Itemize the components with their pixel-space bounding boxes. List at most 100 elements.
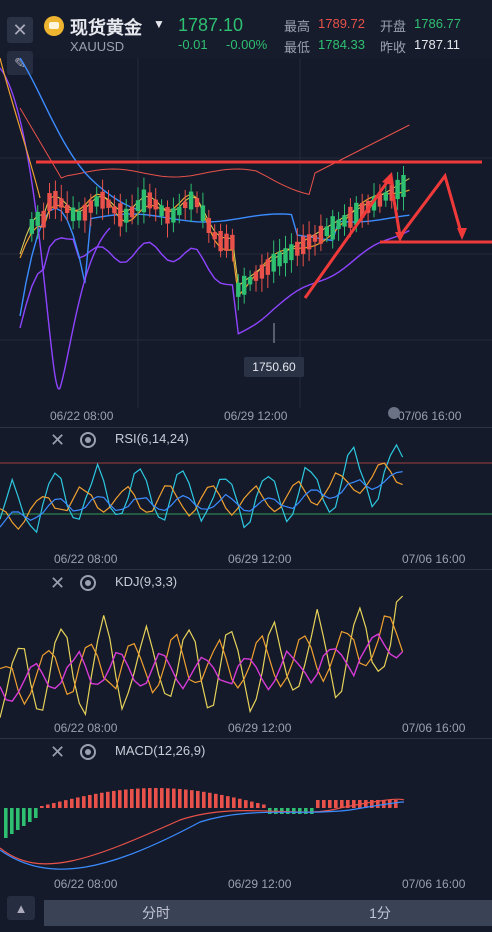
macd-histogram-bar [262, 804, 266, 808]
candle-body [147, 192, 152, 209]
low-value: 1784.33 [318, 37, 365, 52]
scroll-handle-icon[interactable] [388, 407, 400, 419]
macd-histogram-bar [34, 808, 38, 818]
macd-histogram-bar [76, 797, 80, 808]
candle-body [306, 234, 312, 250]
rsi-6-line [0, 443, 404, 534]
kdj-chart[interactable] [0, 571, 492, 737]
main-x-tick-3: 07/06 16:00 [398, 409, 462, 423]
candle-body [301, 236, 306, 255]
candle-body [65, 204, 70, 214]
macd-histogram-bar [250, 801, 254, 808]
dropdown-chevron-icon[interactable]: ▼ [153, 17, 165, 31]
toolbox-button[interactable]: ▲ [7, 896, 35, 920]
rsi-x-tick-1: 06/22 08:00 [54, 552, 118, 566]
candle-body [94, 196, 99, 207]
macd-histogram-bar [64, 800, 68, 808]
macd-histogram-bar [88, 794, 92, 808]
price-change: -0.01 [178, 37, 208, 52]
macd-histogram-bar [94, 793, 98, 808]
arrowhead [457, 228, 467, 240]
macd-histogram-bar [166, 788, 170, 808]
macd-histogram-bar [46, 804, 50, 808]
macd-histogram-bar [244, 800, 248, 808]
macd-histogram-bar [4, 808, 8, 838]
macd-histogram-bar [148, 788, 152, 808]
macd-histogram-bar [52, 803, 56, 808]
candle-body [129, 206, 135, 218]
main-x-tick-2: 06/29 12:00 [224, 409, 288, 423]
candle-body [200, 205, 206, 222]
macd-histogram-bar [208, 792, 212, 808]
rsi-14-line [0, 462, 403, 531]
macd-histogram-bar [118, 790, 122, 808]
kdj-x-tick-1: 06/22 08:00 [54, 721, 118, 735]
macd-histogram-bar [184, 789, 188, 808]
candle-body [277, 252, 282, 267]
candle-body [76, 211, 82, 221]
macd-histogram-bar [196, 790, 200, 808]
high-value: 1789.72 [318, 16, 365, 31]
macd-histogram-bar [142, 788, 146, 808]
candle-body [206, 218, 211, 233]
toolbox-icon: ▲ [14, 900, 28, 916]
macd-histogram-bar [304, 808, 308, 814]
macd-histogram-bar [316, 800, 320, 808]
arrowhead [382, 172, 394, 186]
rsi-x-tick-3: 07/06 16:00 [402, 552, 466, 566]
macd-x-tick-2: 06/29 12:00 [228, 877, 292, 891]
macd-histogram-bar [130, 788, 134, 808]
candle-body [194, 198, 200, 208]
macd-histogram-bar [202, 791, 206, 808]
candle-body [236, 282, 241, 297]
macd-histogram-bar [226, 796, 230, 808]
macd-histogram-bar [352, 800, 356, 808]
close-button[interactable]: ✕ [7, 17, 33, 43]
candle-body [165, 207, 170, 224]
candle-body [295, 241, 300, 256]
macd-histogram-bar [178, 788, 182, 808]
candle-body [348, 206, 353, 228]
tab-timeshare[interactable]: 分时 [44, 900, 268, 926]
candle-body [253, 271, 259, 281]
candle-body [59, 198, 64, 208]
prev-close-value: 1787.11 [414, 37, 461, 52]
ma-blue-left [19, 58, 141, 211]
candle-body [271, 253, 276, 272]
price-change-pct: -0.00% [226, 37, 268, 52]
candle-body [312, 234, 318, 242]
macd-histogram-bar [190, 790, 194, 808]
macd-histogram-bar [28, 808, 32, 822]
high-label: 最高 [284, 19, 311, 34]
open-value: 1786.77 [414, 16, 461, 31]
last-price: 1787.10 [178, 15, 244, 35]
macd-histogram-bar [124, 789, 128, 808]
candle-body [106, 199, 111, 208]
macd-histogram-bar [232, 797, 236, 808]
candle-body [183, 201, 188, 209]
candle-body [159, 205, 164, 217]
candle-body [224, 233, 229, 251]
candle-body [29, 219, 34, 234]
macd-chart[interactable] [0, 740, 492, 896]
instrument-title[interactable]: 现货黄金 [70, 14, 142, 40]
candle-body [70, 207, 76, 222]
main-x-tick-1: 06/22 08:00 [50, 409, 114, 423]
rsi-chart[interactable] [0, 428, 492, 568]
close-icon: ✕ [12, 19, 28, 40]
candle-body [289, 244, 294, 261]
low-price-marker: 1750.60 [244, 357, 304, 377]
macd-histogram-bar [220, 794, 224, 808]
macd-histogram-bar [310, 808, 314, 814]
candle-body [88, 200, 93, 213]
candle-body [41, 210, 46, 228]
ma-orange-left [0, 58, 41, 199]
candle-body [247, 277, 253, 285]
candle-body [118, 203, 123, 227]
tab-1min[interactable]: 1分 [268, 900, 492, 926]
candle-body [188, 191, 194, 210]
gold-coin-icon [44, 16, 64, 36]
candle-body [401, 175, 406, 197]
candle-body [100, 191, 105, 209]
candle-body [318, 225, 324, 244]
